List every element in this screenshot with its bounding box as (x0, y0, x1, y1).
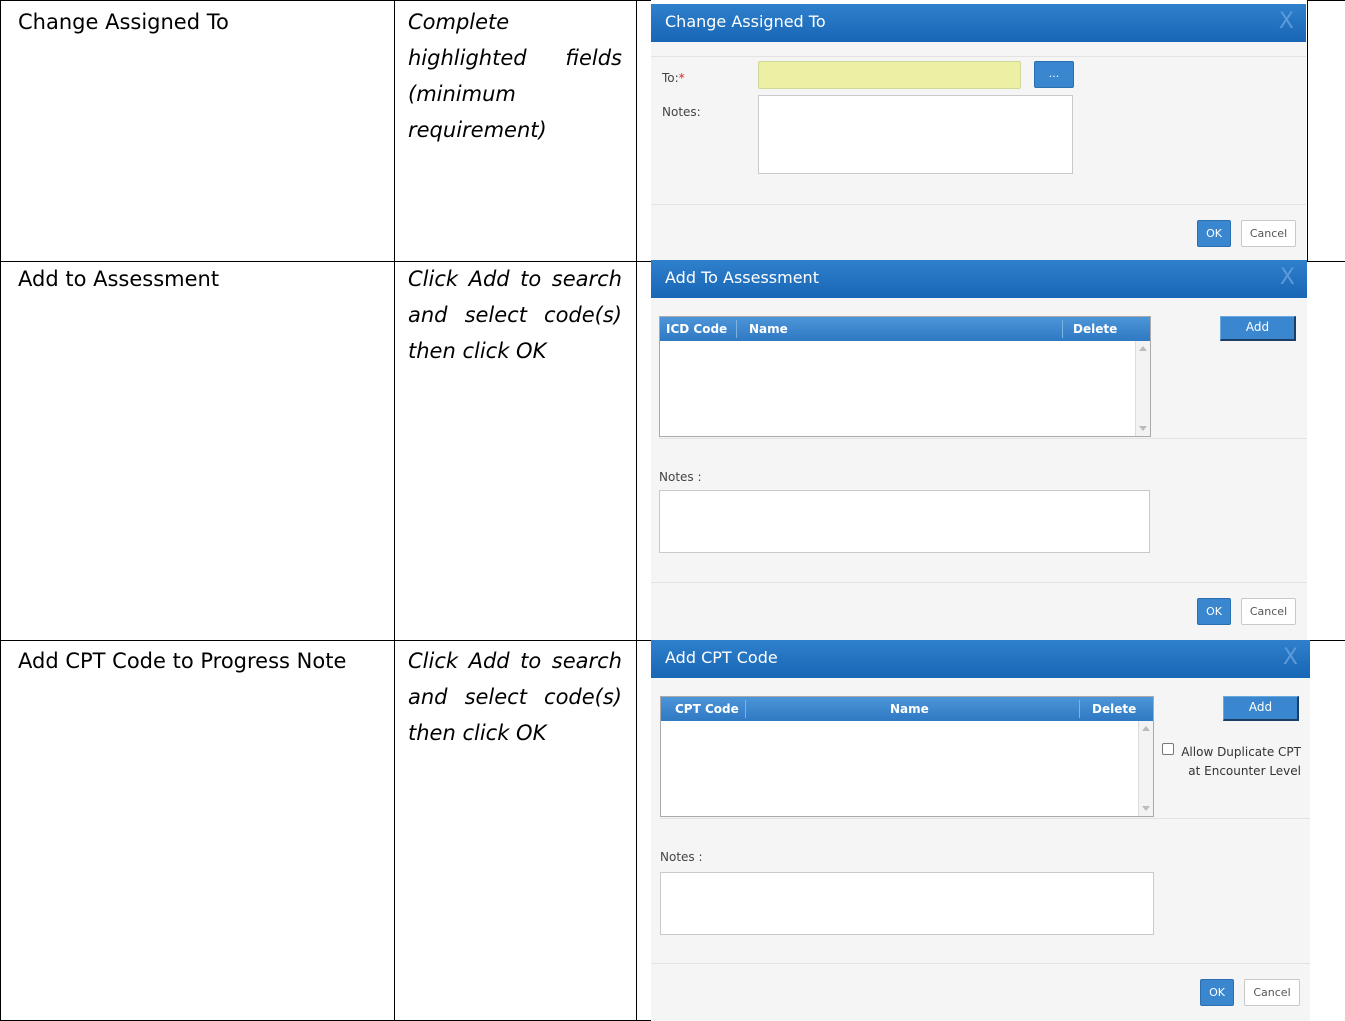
column-separator (1079, 700, 1080, 718)
required-marker: * (678, 71, 685, 85)
ok-button[interactable]: OK (1197, 598, 1231, 625)
action-cell: Change Assigned To (18, 10, 229, 34)
add-to-assessment-dialog: Add To Assessment X ICD Code Name Delete… (651, 260, 1307, 640)
scroll-up-icon[interactable] (1142, 726, 1150, 731)
column-separator (1062, 320, 1063, 338)
allow-duplicate-cpt-label: Allow Duplicate CPT at Encounter Level (1181, 745, 1301, 778)
notes-textarea[interactable] (660, 872, 1154, 935)
grid-scrollbar[interactable] (1138, 721, 1153, 816)
table-border-top-right (1307, 0, 1345, 1)
divider (660, 818, 1310, 819)
change-assigned-to-dialog: Change Assigned To X To:* ... Notes: OK … (651, 4, 1306, 260)
instruction-table: Change Assigned To Complete highlighted … (0, 0, 1345, 1021)
footer-divider (651, 582, 1307, 583)
scroll-up-icon[interactable] (1139, 346, 1147, 351)
notes-label: Notes: (662, 105, 701, 119)
column-header-delete[interactable]: Delete (1092, 697, 1136, 721)
add-button[interactable]: Add (1220, 316, 1296, 341)
add-button[interactable]: Add (1223, 696, 1299, 721)
close-icon[interactable]: X (1279, 4, 1294, 40)
table-border-top (0, 0, 651, 1)
cancel-button[interactable]: Cancel (1241, 598, 1296, 625)
dialog-titlebar: Change Assigned To X (651, 4, 1306, 42)
notes-textarea[interactable] (659, 490, 1150, 553)
dialog-title: Add To Assessment (665, 268, 819, 287)
notes-label: Notes : (659, 470, 702, 484)
cpt-code-grid: CPT Code Name Delete (660, 696, 1154, 817)
cancel-button[interactable]: Cancel (1244, 979, 1300, 1006)
table-border-right (1307, 0, 1308, 261)
close-icon[interactable]: X (1280, 260, 1295, 296)
icd-code-grid: ICD Code Name Delete (659, 316, 1151, 437)
footer-divider (651, 963, 1310, 964)
row-divider-2-right (1307, 640, 1345, 641)
action-cell: Add to Assessment (18, 267, 220, 291)
column-header-cpt-code[interactable]: CPT Code (675, 697, 739, 721)
cancel-button[interactable]: Cancel (1241, 220, 1296, 247)
grid-scrollbar[interactable] (1135, 341, 1150, 436)
footer-divider (651, 204, 1306, 205)
grid-header: ICD Code Name Delete (660, 317, 1150, 341)
to-label: To:* (662, 71, 685, 85)
instruction-cell: Complete highlighted fields (minimum req… (408, 10, 622, 142)
instruction-cell: Click Add to search and select code(s) t… (408, 267, 622, 363)
dialog-titlebar: Add To Assessment X (651, 260, 1307, 298)
column-header-name[interactable]: Name (890, 697, 929, 721)
dialog-titlebar: Add CPT Code X (651, 640, 1310, 678)
divider (651, 56, 1306, 57)
dialog-title: Add CPT Code (665, 648, 778, 667)
notes-textarea[interactable] (758, 95, 1073, 174)
scroll-down-icon[interactable] (1142, 806, 1150, 811)
dialog-title: Change Assigned To (665, 12, 826, 31)
row-divider-2 (0, 640, 651, 641)
instruction-cell: Click Add to search and select code(s) t… (408, 649, 622, 745)
column-header-delete[interactable]: Delete (1073, 317, 1117, 341)
divider (659, 438, 1307, 439)
grid-header: CPT Code Name Delete (661, 697, 1153, 721)
column-header-icd-code[interactable]: ICD Code (666, 317, 727, 341)
ok-button[interactable]: OK (1200, 979, 1234, 1006)
browse-button[interactable]: ... (1034, 61, 1074, 88)
column-divider-2 (636, 0, 637, 1021)
column-header-name[interactable]: Name (749, 317, 788, 341)
scroll-down-icon[interactable] (1139, 426, 1147, 431)
add-cpt-code-dialog: Add CPT Code X CPT Code Name Delete Add … (651, 640, 1310, 1021)
notes-label: Notes : (660, 850, 703, 864)
row-divider-1-right (1307, 261, 1345, 262)
ok-button[interactable]: OK (1197, 220, 1231, 247)
action-cell: Add CPT Code to Progress Note (18, 649, 347, 673)
to-field[interactable] (758, 61, 1021, 89)
table-border-left (0, 0, 1, 1021)
column-separator (736, 320, 737, 338)
column-separator (745, 700, 746, 718)
column-divider-1 (394, 0, 395, 1021)
close-icon[interactable]: X (1283, 640, 1298, 676)
